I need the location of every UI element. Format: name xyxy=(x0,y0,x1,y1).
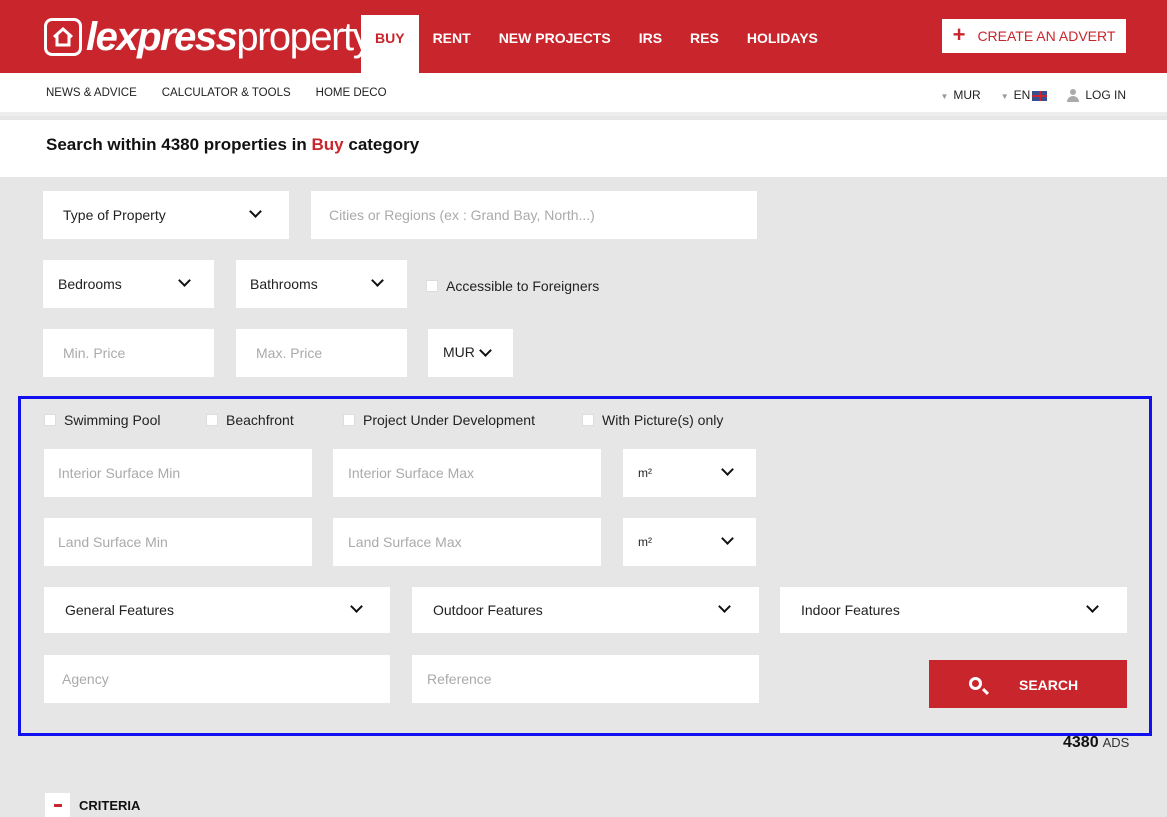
caret-down-icon: ▼ xyxy=(940,92,949,102)
chevron-down-icon xyxy=(371,274,384,287)
login-link[interactable]: LOG IN xyxy=(1067,88,1126,103)
language-selector[interactable]: ▼ EN xyxy=(1001,88,1048,102)
nav-res[interactable]: RES xyxy=(676,15,733,73)
caret-down-icon: ▼ xyxy=(1000,92,1009,102)
min-price-input[interactable]: Min. Price xyxy=(43,329,214,377)
language-label: EN xyxy=(1013,88,1031,103)
logo-text-light: property xyxy=(236,15,372,59)
logo-house-icon xyxy=(44,18,82,56)
chevron-down-icon xyxy=(718,600,731,613)
interior-surface-max-input[interactable]: Interior Surface Max xyxy=(333,449,601,497)
criteria-label: CRITERIA xyxy=(79,798,141,813)
type-of-property-select[interactable]: Type of Property xyxy=(43,191,289,239)
sub-header: NEWS & ADVICE CALCULATOR & TOOLS HOME DE… xyxy=(0,73,1167,116)
site-logo[interactable]: lexpressproperty xyxy=(44,14,373,60)
create-advert-button[interactable]: + CREATE AN ADVERT xyxy=(942,19,1126,53)
page-title: Search within 4380 properties in Buy cat… xyxy=(46,135,420,154)
chevron-down-icon xyxy=(1086,600,1099,613)
nav-irs[interactable]: IRS xyxy=(625,15,676,73)
swimming-pool-checkbox[interactable]: Swimming Pool xyxy=(44,412,160,428)
secondary-nav: NEWS & ADVICE CALCULATOR & TOOLS HOME DE… xyxy=(46,87,387,99)
outdoor-features-select[interactable]: Outdoor Features xyxy=(412,587,759,633)
subnav-calculator-tools[interactable]: CALCULATOR & TOOLS xyxy=(162,87,291,99)
land-surface-min-input[interactable]: Land Surface Min xyxy=(44,518,312,566)
max-price-input[interactable]: Max. Price xyxy=(236,329,407,377)
bedrooms-select[interactable]: Bedrooms xyxy=(43,260,214,308)
land-surface-max-input[interactable]: Land Surface Max xyxy=(333,518,601,566)
chevron-down-icon xyxy=(350,600,363,613)
criteria-toggle[interactable]: CRITERIA xyxy=(45,793,140,817)
plus-icon: + xyxy=(952,21,966,47)
nav-holidays[interactable]: HOLIDAYS xyxy=(733,15,832,73)
search-icon xyxy=(969,677,982,690)
minus-icon xyxy=(45,793,70,817)
chevron-down-icon xyxy=(479,344,492,357)
beachfront-checkbox[interactable]: Beachfront xyxy=(206,412,294,428)
land-unit-select[interactable]: m² xyxy=(623,518,756,566)
search-label: SEARCH xyxy=(1019,677,1079,693)
category-name: Buy xyxy=(311,135,344,154)
currency-label: MUR xyxy=(953,88,981,103)
bathrooms-select[interactable]: Bathrooms xyxy=(236,260,407,308)
general-features-select[interactable]: General Features xyxy=(44,587,390,633)
user-icon xyxy=(1067,89,1080,103)
uk-flag-icon xyxy=(1032,90,1048,101)
chevron-down-icon xyxy=(721,463,734,476)
interior-unit-select[interactable]: m² xyxy=(623,449,756,497)
subnav-news-advice[interactable]: NEWS & ADVICE xyxy=(46,87,137,99)
subnav-home-deco[interactable]: HOME DECO xyxy=(316,87,387,99)
accessible-foreigners-checkbox[interactable]: Accessible to Foreigners xyxy=(426,278,599,294)
nav-rent[interactable]: RENT xyxy=(419,15,485,73)
price-currency-select[interactable]: MUR xyxy=(428,329,513,377)
checkbox-square xyxy=(426,280,438,292)
create-advert-label: CREATE AN ADVERT xyxy=(977,28,1116,44)
reference-input[interactable]: Reference xyxy=(412,655,759,703)
indoor-features-select[interactable]: Indoor Features xyxy=(780,587,1127,633)
interior-surface-min-input[interactable]: Interior Surface Min xyxy=(44,449,312,497)
logo-text-bold: lexpress xyxy=(86,15,238,59)
top-header: lexpressproperty BUY RENT NEW PROJECTS I… xyxy=(0,0,1167,73)
search-button[interactable]: SEARCH xyxy=(929,660,1127,708)
utility-menu: ▼ MUR ▼ EN LOG IN xyxy=(940,88,1126,103)
main-nav: BUY RENT NEW PROJECTS IRS RES HOLIDAYS xyxy=(361,15,832,73)
location-input[interactable]: Cities or Regions (ex : Grand Bay, North… xyxy=(311,191,757,239)
chevron-down-icon xyxy=(178,274,191,287)
nav-buy[interactable]: BUY xyxy=(361,15,419,73)
search-title-bar: Search within 4380 properties in Buy cat… xyxy=(0,120,1167,177)
currency-selector[interactable]: ▼ MUR xyxy=(940,88,980,102)
chevron-down-icon xyxy=(249,205,262,218)
with-pictures-checkbox[interactable]: With Picture(s) only xyxy=(582,412,723,428)
chevron-down-icon xyxy=(721,532,734,545)
results-count: 4380 ADS xyxy=(1063,734,1130,751)
agency-input[interactable]: Agency xyxy=(44,655,390,703)
login-label: LOG IN xyxy=(1085,88,1126,102)
project-under-development-checkbox[interactable]: Project Under Development xyxy=(343,412,535,428)
nav-new-projects[interactable]: NEW PROJECTS xyxy=(485,15,625,73)
